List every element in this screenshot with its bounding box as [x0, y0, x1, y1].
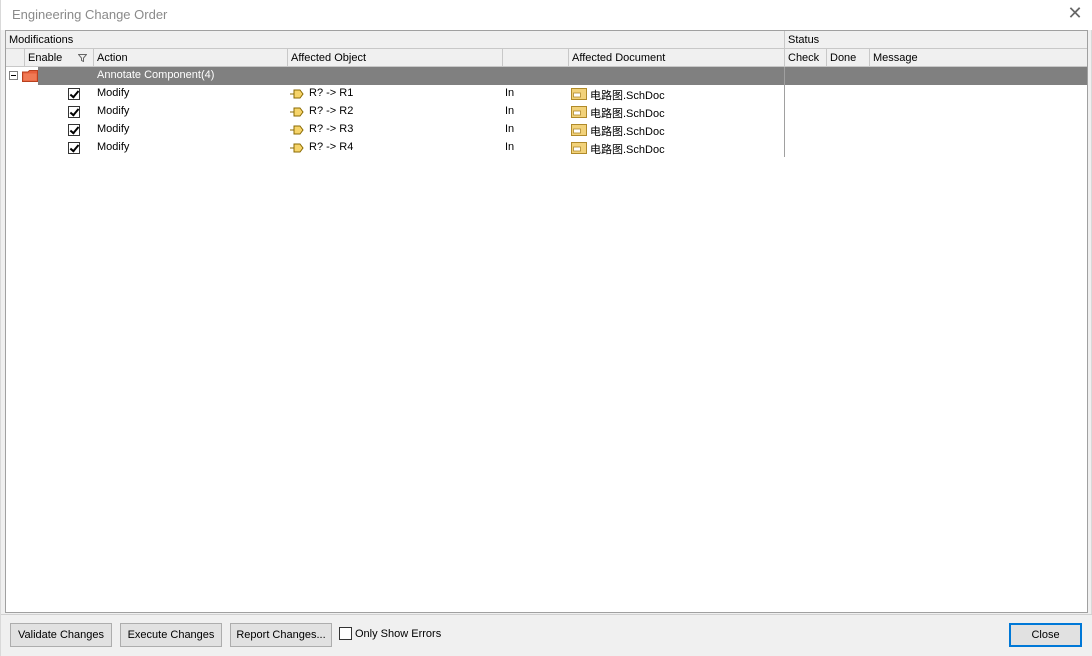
document-icon [571, 106, 587, 118]
col-header-message[interactable]: Message [870, 49, 1087, 67]
col-header-check[interactable]: Check [785, 49, 826, 67]
affected-object-cell: R? -> R1 [309, 87, 354, 99]
report-changes-button[interactable]: Report Changes... [230, 623, 332, 647]
affected-document-cell: 电路图.SchDoc [590, 108, 665, 120]
collapse-icon[interactable] [9, 71, 18, 80]
affected-document-cell: 电路图.SchDoc [590, 90, 665, 102]
enable-checkbox[interactable] [68, 124, 80, 136]
action-cell: Modify [97, 87, 130, 99]
eco-dialog: Engineering Change Order ✕ Modifications… [0, 0, 1092, 656]
affected-document-cell: 电路图.SchDoc [590, 126, 665, 138]
direction-cell: In [505, 105, 515, 117]
button-bar: Validate Changes Execute Changes Report … [1, 614, 1092, 656]
execute-changes-button[interactable]: Execute Changes [120, 623, 222, 647]
action-cell: Modify [97, 141, 130, 153]
changes-grid: Modifications Status Enable Action Affec… [5, 30, 1088, 613]
validate-changes-button[interactable]: Validate Changes [10, 623, 112, 647]
affected-object-cell: R? -> R4 [309, 141, 354, 153]
enable-checkbox[interactable] [68, 106, 80, 118]
col-header-spacer [6, 49, 24, 67]
table-row[interactable]: Modify R? -> R3 In 电路图.SchDoc [6, 121, 786, 139]
col-header-affected-document[interactable]: Affected Document [569, 49, 784, 67]
close-icon[interactable]: ✕ [1065, 4, 1085, 24]
col-header-enable[interactable]: Enable [25, 49, 93, 67]
action-cell: Modify [97, 105, 130, 117]
affected-document-cell: 电路图.SchDoc [590, 144, 665, 156]
status-group-header: Status [785, 31, 1087, 49]
affected-object-cell: R? -> R3 [309, 123, 354, 135]
document-icon [571, 124, 587, 136]
table-row[interactable]: Modify R? -> R2 In 电路图.SchDoc [6, 103, 786, 121]
only-show-errors-checkbox[interactable] [339, 627, 352, 640]
component-icon [290, 107, 304, 117]
modifications-group-header: Modifications [6, 31, 784, 49]
document-icon [571, 88, 587, 100]
table-row[interactable]: Modify R? -> R4 In 电路图.SchDoc [6, 139, 786, 157]
folder-icon [22, 70, 38, 82]
group-label: Annotate Component(4) [97, 69, 215, 81]
title-bar: Engineering Change Order ✕ [1, 0, 1092, 30]
action-cell: Modify [97, 123, 130, 135]
direction-cell: In [505, 123, 515, 135]
group-row[interactable]: Annotate Component(4) [6, 67, 1087, 85]
col-header-action[interactable]: Action [94, 49, 287, 67]
document-icon [571, 142, 587, 154]
enable-checkbox[interactable] [68, 142, 80, 154]
col-header-direction[interactable] [503, 49, 568, 67]
col-header-done[interactable]: Done [827, 49, 869, 67]
component-icon [290, 143, 304, 153]
window-title: Engineering Change Order [12, 7, 168, 22]
component-icon [290, 89, 304, 99]
enable-header-label: Enable [28, 52, 63, 64]
col-header-affected-object[interactable]: Affected Object [288, 49, 502, 67]
affected-object-cell: R? -> R2 [309, 105, 354, 117]
close-button[interactable]: Close [1009, 623, 1082, 647]
component-icon [290, 125, 304, 135]
filter-icon[interactable] [78, 54, 87, 62]
table-row[interactable]: Modify R? -> R1 In 电路图.SchDoc [6, 85, 786, 103]
status-divider [784, 67, 785, 157]
only-show-errors-label: Only Show Errors [355, 628, 442, 640]
enable-checkbox[interactable] [68, 88, 80, 100]
direction-cell: In [505, 141, 515, 153]
direction-cell: In [505, 87, 515, 99]
